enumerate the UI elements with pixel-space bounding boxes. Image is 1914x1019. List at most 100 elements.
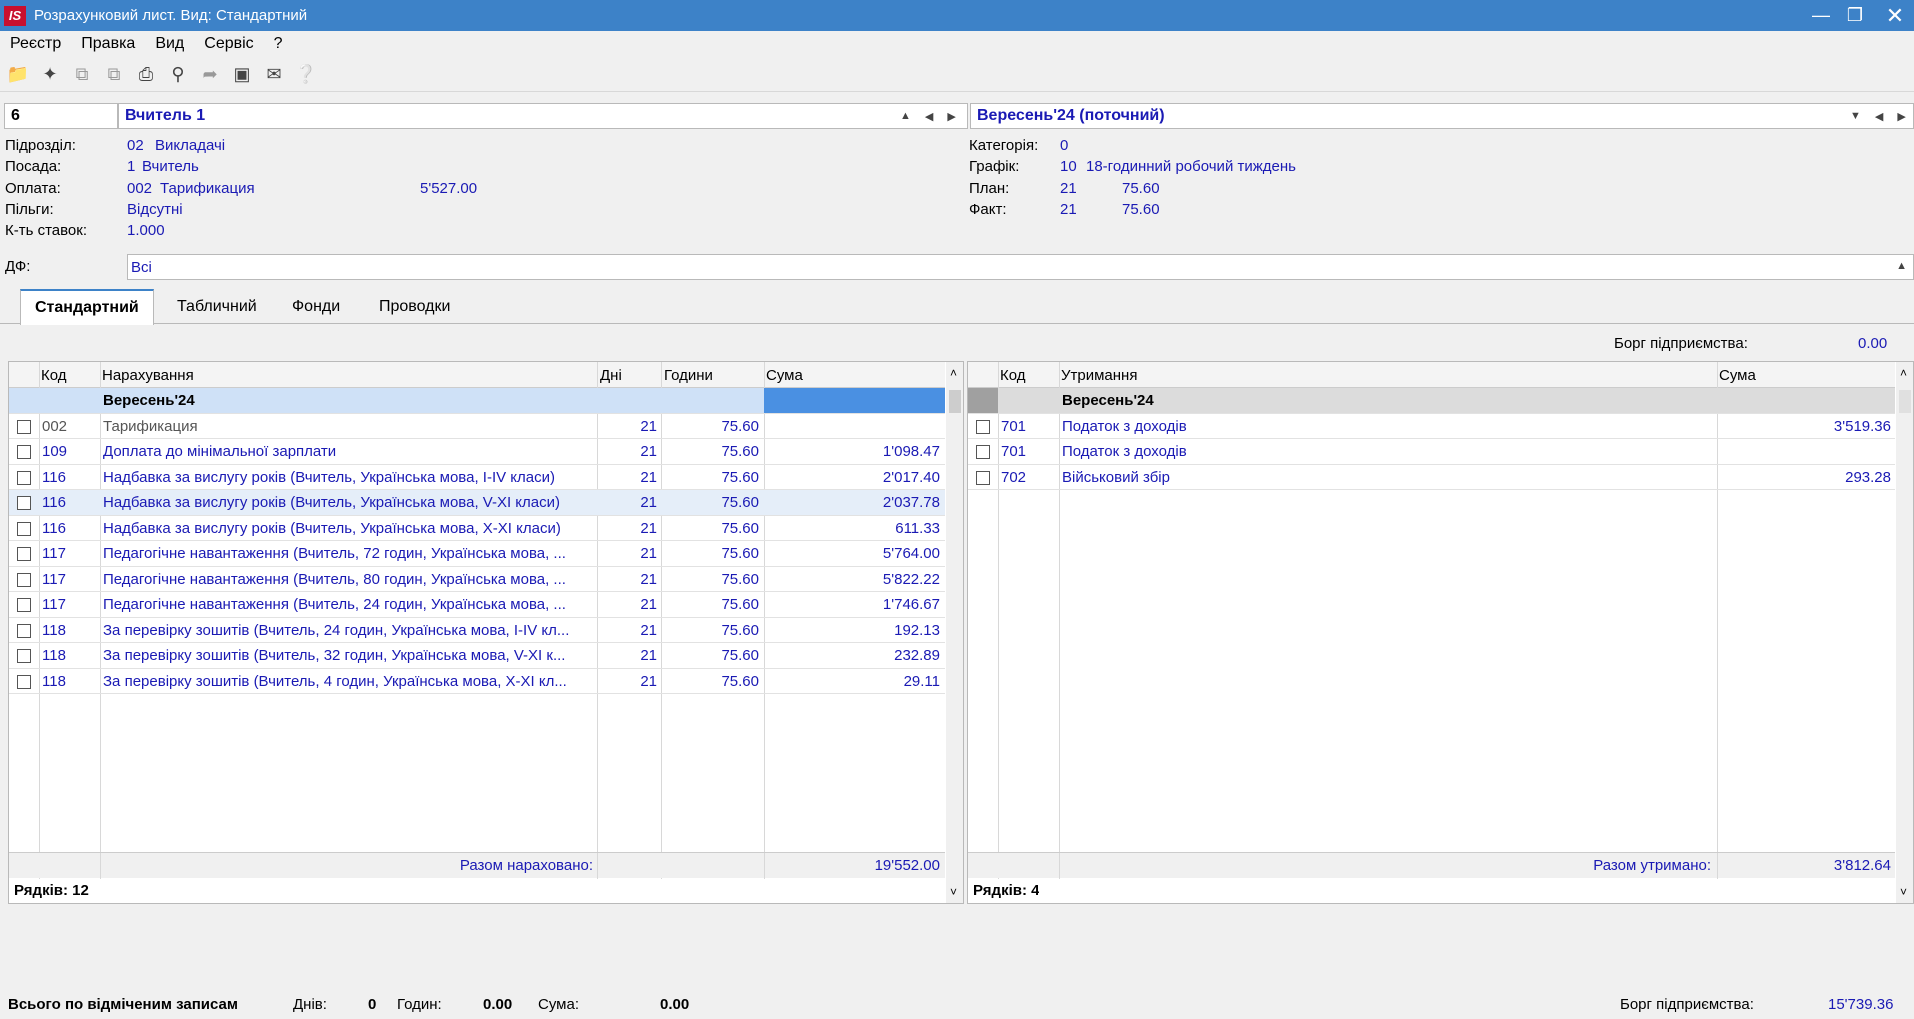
benefits-value: Відсутні: [127, 201, 183, 218]
employee-code-field[interactable]: 6: [4, 103, 118, 129]
table-row[interactable]: 118 За перевірку зошитів (Вчитель, 4 годи…: [9, 669, 945, 694]
maximize-icon[interactable]: ❐: [1838, 0, 1872, 31]
table-row[interactable]: 117 Педагогічне навантаження (Вчитель, 24…: [9, 592, 945, 618]
dropdown-icon[interactable]: ▼: [1850, 110, 1861, 122]
row-code: 002: [42, 417, 68, 435]
group-label: Вересень'24: [103, 392, 195, 409]
row-checkbox[interactable]: [17, 649, 31, 663]
row-checkbox[interactable]: [17, 674, 31, 689]
print-icon[interactable]: ⎙: [132, 61, 160, 89]
employee-name-field[interactable]: Вчитель 1: [118, 103, 968, 129]
copy-icon[interactable]: ⧉: [68, 61, 96, 89]
menu-edit[interactable]: Правка: [71, 35, 145, 53]
ded-scroll-up-icon[interactable]: ˄: [1900, 366, 1907, 380]
col-sum[interactable]: Сума: [766, 367, 803, 384]
rate-value: 1.000: [127, 222, 165, 239]
view-tabs: Стандартний Табличний Фонди Проводки: [0, 289, 1914, 325]
forward-icon[interactable]: ➦: [196, 61, 224, 89]
mail-icon[interactable]: ✉: [260, 61, 288, 89]
row-days: 21: [640, 621, 657, 639]
row-checkbox[interactable]: [17, 445, 31, 459]
table-row[interactable]: 002 Тарификация 21 75.60: [9, 414, 945, 439]
tab-table[interactable]: Табличний: [177, 289, 257, 324]
multi-copy-icon[interactable]: ⧉: [100, 61, 128, 89]
table-row[interactable]: 116 Надбавка за вислугу років (Вчитель, У…: [9, 516, 945, 541]
row-checkbox[interactable]: [17, 572, 31, 587]
rate-label: К-ть ставок:: [5, 222, 88, 239]
scroll-down-icon[interactable]: ˅: [950, 885, 957, 899]
table-row[interactable]: 118 За перевірку зошитів (Вчитель, 24 год…: [9, 618, 945, 643]
fact-hours: 75.60: [1122, 201, 1160, 218]
row-checkbox[interactable]: [976, 445, 990, 459]
row-checkbox[interactable]: [17, 547, 31, 561]
hours-value: 0.00: [483, 996, 513, 1013]
row-checkbox[interactable]: [17, 496, 31, 510]
next-period-icon[interactable]: ▶: [1897, 110, 1905, 123]
row-hours: 75.60: [721, 647, 759, 664]
table-row[interactable]: 701 Податок з доходів: [968, 439, 1895, 465]
row-checkbox[interactable]: [17, 623, 31, 638]
col-code[interactable]: Код: [41, 367, 67, 384]
row-checkbox[interactable]: [17, 419, 31, 434]
table-row[interactable]: 109 Доплата до мінімальної зарплати 21 75.6…: [9, 439, 945, 465]
employee-info: Підрозділ: 02 Викладачі Посада: 1 Вчител…: [5, 137, 605, 245]
prev-period-icon[interactable]: ◀: [1875, 110, 1883, 123]
prev-icon[interactable]: ◀: [925, 110, 933, 123]
tab-standard[interactable]: Стандартний: [20, 289, 154, 325]
table-row[interactable]: 702 Військовий збір 293.28: [968, 465, 1895, 490]
scroll-up-icon[interactable]: ˄: [950, 366, 957, 380]
row-sum: [766, 414, 940, 439]
row-checkbox[interactable]: [976, 470, 990, 485]
help-icon[interactable]: ❔: [292, 61, 320, 89]
menu-view[interactable]: Вид: [145, 35, 194, 53]
menu-help[interactable]: ?: [264, 35, 293, 53]
ded-scroll-down-icon[interactable]: ˅: [1900, 885, 1907, 899]
df-field[interactable]: Всі ▲: [127, 254, 1914, 280]
table-row[interactable]: 701 Податок з доходів 3'519.36: [968, 414, 1895, 439]
row-code: 118: [42, 621, 66, 639]
table-row[interactable]: 118 За перевірку зошитів (Вчитель, 32 год…: [9, 643, 945, 669]
minimize-icon[interactable]: —: [1804, 0, 1838, 31]
row-deduction-name: Податок з доходів: [1062, 443, 1187, 460]
deductions-scrollbar[interactable]: ˄ ˅: [1896, 362, 1913, 903]
col-deduction[interactable]: Утримання: [1061, 367, 1137, 384]
row-code: 118: [42, 672, 66, 690]
search-icon[interactable]: ⚲: [164, 61, 192, 89]
row-checkbox[interactable]: [976, 419, 990, 434]
up-triangle-icon[interactable]: ▲: [900, 110, 911, 122]
collapse-icon[interactable]: ▲: [1896, 260, 1907, 272]
calculator-icon[interactable]: ▣: [228, 61, 256, 89]
tab-funds[interactable]: Фонди: [292, 289, 340, 324]
row-code: 117: [42, 545, 66, 562]
folder-icon[interactable]: 📁: [4, 61, 32, 89]
table-row[interactable]: 116 Надбавка за вислугу років (Вчитель, У…: [9, 465, 945, 490]
table-row[interactable]: 116 Надбавка за вислугу років (Вчитель, У…: [9, 490, 945, 516]
scroll-thumb[interactable]: [949, 390, 961, 413]
row-sum: 2'037.78: [882, 494, 940, 511]
period-field[interactable]: Вересень'24 (поточний): [970, 103, 1914, 129]
accruals-scrollbar[interactable]: ˄ ˅: [946, 362, 963, 903]
col-ded-sum[interactable]: Сума: [1719, 367, 1756, 384]
row-checkbox[interactable]: [17, 598, 31, 612]
col-accrual[interactable]: Нарахування: [102, 367, 194, 384]
col-days[interactable]: Дні: [600, 367, 622, 384]
new-document-icon[interactable]: ✦: [36, 61, 64, 89]
menu-service[interactable]: Сервіс: [194, 35, 263, 53]
ded-scroll-thumb[interactable]: [1899, 390, 1911, 413]
table-row[interactable]: 117 Педагогічне навантаження (Вчитель, 72…: [9, 541, 945, 567]
row-checkbox[interactable]: [17, 470, 31, 485]
next-icon[interactable]: ▶: [947, 110, 955, 123]
close-icon[interactable]: ✕: [1878, 0, 1912, 31]
col-ded-code[interactable]: Код: [1000, 367, 1026, 384]
tab-postings[interactable]: Проводки: [379, 289, 450, 324]
col-hours[interactable]: Години: [664, 367, 713, 384]
payment-amount: 5'527.00: [420, 180, 478, 197]
row-days: 21: [640, 672, 657, 690]
row-checkbox[interactable]: [17, 521, 31, 536]
menu-registry[interactable]: Реєстр: [0, 35, 71, 53]
row-accrual-name: Тарификация: [103, 417, 198, 435]
table-row[interactable]: 117 Педагогічне навантаження (Вчитель, 80…: [9, 567, 945, 592]
group-row[interactable]: Вересень'24: [9, 388, 945, 414]
ded-group-row[interactable]: Вересень'24: [968, 388, 1895, 414]
row-accrual-name: Педагогічне навантаження (Вчитель, 72 го…: [103, 545, 566, 562]
